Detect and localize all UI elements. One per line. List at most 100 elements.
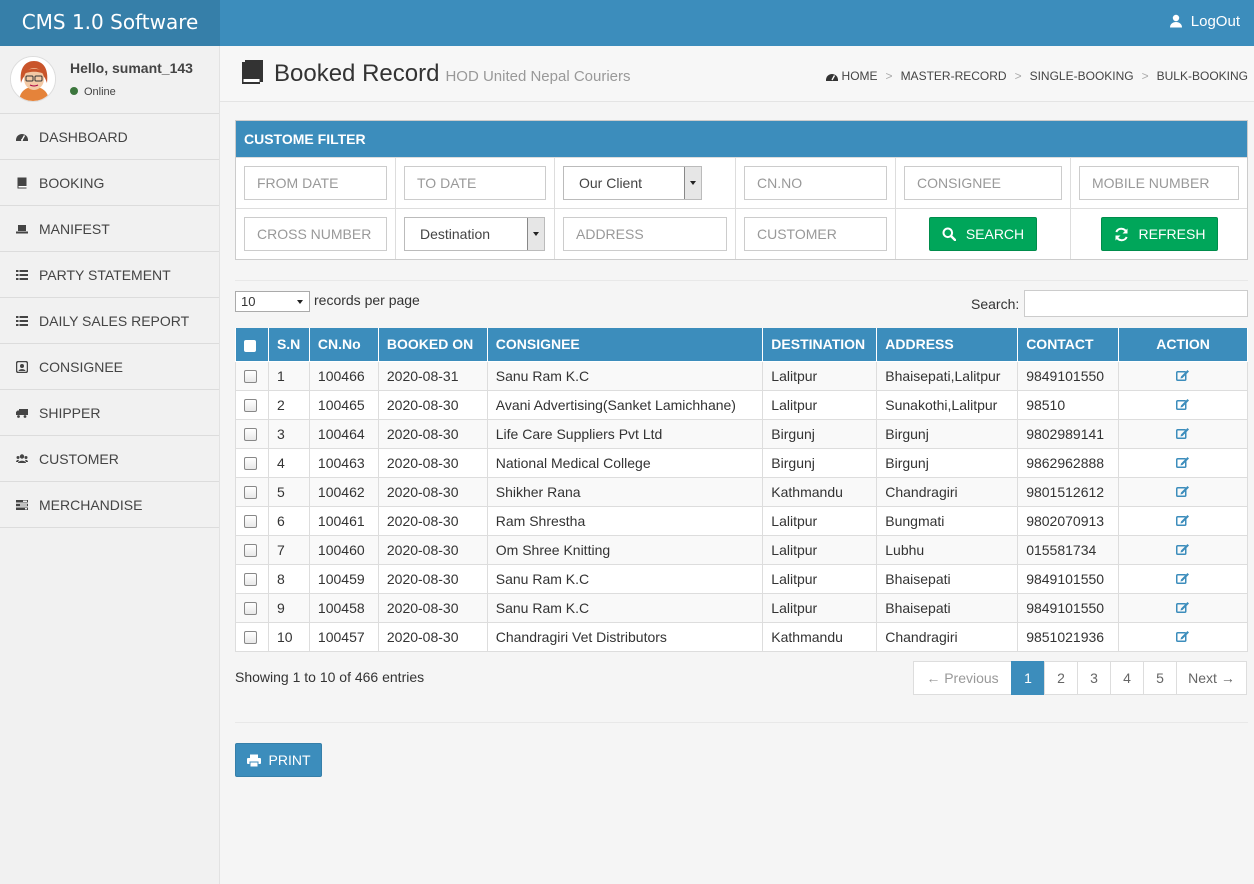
destination-cell: Lalitpur <box>762 389 878 420</box>
destination-cell: Lalitpur <box>762 360 878 391</box>
mobile-number-input[interactable]: MOBILE NUMBER <box>1079 166 1239 200</box>
sidebar-item-daily-sales-report[interactable]: DAILY SALES REPORT <box>0 298 219 344</box>
edit-icon[interactable] <box>1176 398 1190 410</box>
sidebar-item-consignee[interactable]: CONSIGNEE <box>0 344 219 390</box>
sn-cell: 10 <box>267 621 310 652</box>
sidebar-item-merchandise[interactable]: MERCHANDISE <box>0 482 219 528</box>
cn-no-input[interactable]: CN.NO <box>744 166 887 200</box>
edit-icon[interactable] <box>1176 630 1190 642</box>
sidebar-item-customer[interactable]: CUSTOMER <box>0 436 219 482</box>
breadcrumb-master-record[interactable]: MASTER-RECORD <box>901 69 1007 83</box>
row-checkbox[interactable] <box>244 428 257 442</box>
page-button-1[interactable]: 1 <box>1011 661 1045 695</box>
destination-cell: Lalitpur <box>762 563 878 594</box>
next-page-button[interactable]: Next → <box>1176 661 1247 695</box>
column-header[interactable]: CN.No <box>308 328 379 362</box>
sidebar-item-booking[interactable]: BOOKING <box>0 160 219 206</box>
edit-icon[interactable] <box>1176 456 1190 468</box>
logout-link[interactable]: LogOut <box>1169 0 1240 46</box>
sidebar-item-shipper[interactable]: SHIPPER <box>0 390 219 436</box>
search-button-label: SEARCH <box>965 226 1025 242</box>
consignee-cell: Life Care Suppliers Pvt Ltd <box>486 418 764 449</box>
destination-cell: Lalitpur <box>762 592 878 623</box>
column-header[interactable]: DESTINATION <box>762 328 878 362</box>
action-cell <box>1118 534 1248 565</box>
sidebar-item-label: SHIPPER <box>39 404 101 421</box>
tasks-icon <box>16 499 28 510</box>
table-body: 1 100466 2020-08-31 Sanu Ram K.C Lalitpu… <box>235 360 1248 652</box>
contact-icon <box>16 360 28 373</box>
address-cell: Bhaisepati <box>876 592 1019 623</box>
table-search-input[interactable] <box>1024 290 1248 317</box>
edit-icon[interactable] <box>1176 514 1190 526</box>
action-cell <box>1118 505 1248 536</box>
client-select[interactable]: Our Client <box>563 166 702 200</box>
row-checkbox[interactable] <box>244 544 257 558</box>
edit-icon[interactable] <box>1176 572 1190 584</box>
select-all-checkbox[interactable] <box>244 339 256 352</box>
logout-label: LogOut <box>1190 13 1240 30</box>
truck-icon <box>16 408 28 418</box>
filter-cell: CUSTOMER <box>736 209 896 259</box>
edit-icon[interactable] <box>1176 427 1190 439</box>
records-per-page-label: records per page <box>314 292 420 309</box>
table-row: 1 100466 2020-08-31 Sanu Ram K.C Lalitpu… <box>235 360 1248 391</box>
page-button-3[interactable]: 3 <box>1077 661 1111 695</box>
column-header[interactable]: BOOKED ON <box>377 328 488 362</box>
edit-icon[interactable] <box>1176 601 1190 613</box>
column-header[interactable]: ADDRESS <box>876 328 1019 362</box>
sidebar-item-dashboard[interactable]: DASHBOARD <box>0 114 219 160</box>
print-button[interactable]: PRINT <box>235 743 322 777</box>
edit-icon[interactable] <box>1176 543 1190 555</box>
search-button[interactable]: SEARCH <box>929 217 1037 251</box>
edit-icon[interactable] <box>1176 369 1190 381</box>
consignee-input[interactable]: CONSIGNEE <box>904 166 1062 200</box>
user-status: Online <box>70 86 116 98</box>
sidebar-item-manifest[interactable]: MANIFEST <box>0 206 219 252</box>
page-button-5[interactable]: 5 <box>1143 661 1177 695</box>
breadcrumb-bulk-booking[interactable]: BULK-BOOKING <box>1157 69 1248 83</box>
row-checkbox[interactable] <box>244 457 257 471</box>
filter-row-1: FROM DATE TO DATE Our Client CN.NO CONSI… <box>236 157 1247 208</box>
records-per-page-select[interactable]: 10 <box>235 291 310 312</box>
consignee-cell: National Medical College <box>486 447 764 478</box>
row-select-cell <box>235 534 269 565</box>
row-checkbox[interactable] <box>244 573 257 587</box>
cn-no-cell: 100465 <box>308 389 379 420</box>
row-checkbox[interactable] <box>244 370 257 384</box>
breadcrumb-single-booking[interactable]: SINGLE-BOOKING <box>1030 69 1134 83</box>
destination-select[interactable]: Destination <box>404 217 545 251</box>
content-header: Booked Record HOD United Nepal Couriers H… <box>220 46 1254 102</box>
page-button-2[interactable]: 2 <box>1044 661 1078 695</box>
row-checkbox[interactable] <box>244 602 257 616</box>
contact-cell: 9862962888 <box>1017 447 1120 478</box>
row-checkbox[interactable] <box>244 515 257 529</box>
column-header[interactable]: S.N <box>267 328 310 362</box>
breadcrumb-separator: > <box>885 69 893 83</box>
customer-input[interactable]: CUSTOMER <box>744 217 887 251</box>
table-row: 3 100464 2020-08-30 Life Care Suppliers … <box>235 418 1248 449</box>
consignee-cell: Ram Shrestha <box>486 505 764 536</box>
refresh-button-label: REFRESH <box>1138 226 1206 242</box>
contact-cell: 015581734 <box>1017 534 1120 565</box>
row-checkbox[interactable] <box>244 631 257 645</box>
breadcrumb-home[interactable]: HOME <box>842 69 878 83</box>
column-header[interactable]: CONTACT <box>1017 328 1120 362</box>
page-button-4[interactable]: 4 <box>1110 661 1144 695</box>
address-input[interactable]: ADDRESS <box>563 217 727 251</box>
brand-logo[interactable]: CMS 1.0 Software <box>0 0 220 46</box>
previous-page-button[interactable]: ← Previous <box>913 661 1012 695</box>
breadcrumb-separator: > <box>1141 69 1149 83</box>
row-checkbox[interactable] <box>244 486 257 500</box>
refresh-button[interactable]: REFRESH <box>1101 217 1218 251</box>
print-button-label: PRINT <box>268 752 311 768</box>
column-header[interactable]: CONSIGNEE <box>486 328 764 362</box>
table-info: Showing 1 to 10 of 466 entries <box>235 669 425 685</box>
sidebar-item-party-statement[interactable]: PARTY STATEMENT <box>0 252 219 298</box>
from-date-input[interactable]: FROM DATE <box>244 166 387 200</box>
to-date-input[interactable]: TO DATE <box>404 166 546 200</box>
row-select-cell <box>235 563 269 594</box>
cross-number-input[interactable]: CROSS NUMBER <box>244 217 387 251</box>
edit-icon[interactable] <box>1176 485 1190 497</box>
row-checkbox[interactable] <box>244 399 257 413</box>
